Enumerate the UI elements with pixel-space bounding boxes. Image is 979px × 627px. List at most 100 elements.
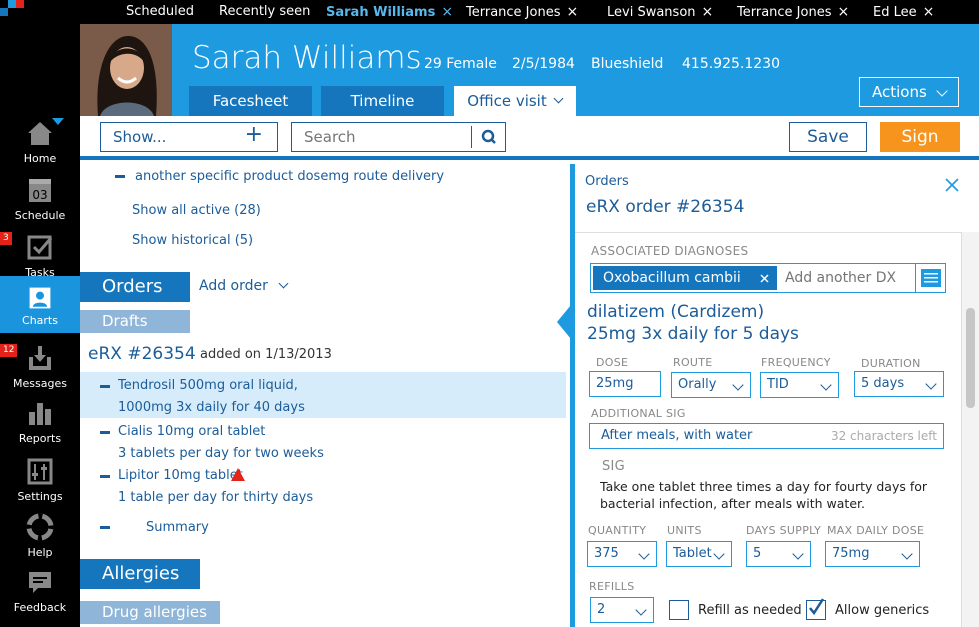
order-item-line2: 1 table per day for thirty days <box>118 490 314 505</box>
search-box <box>291 122 506 152</box>
order-item-line1[interactable]: Cialis 10mg oral tablet <box>118 424 265 439</box>
order-item-line1[interactable]: Lipitor 10mg tablet <box>118 468 243 483</box>
actions-label: Actions <box>872 83 927 101</box>
checkbox-icon <box>27 235 53 260</box>
chevron-down-icon <box>936 85 948 97</box>
dx-list-button[interactable] <box>915 264 945 292</box>
frequency-select[interactable]: TID <box>760 372 839 398</box>
units-select[interactable]: Tablet <box>666 541 732 567</box>
tab-office-visit[interactable]: Office visit <box>454 86 576 116</box>
dx-chip-label: Oxobacillum cambii <box>603 270 741 286</box>
show-historical-link[interactable]: Show historical (5) <box>132 233 253 248</box>
nav-feedback[interactable]: Feedback <box>0 561 80 618</box>
chevron-down-icon <box>792 548 804 560</box>
close-icon[interactable] <box>944 177 960 193</box>
orders-heading: Orders <box>80 272 190 302</box>
additional-sig-input[interactable]: After meals, with water 32 characters le… <box>589 423 944 449</box>
sign-button[interactable]: Sign <box>880 122 960 152</box>
order-item-line2: 3 tablets per day for two weeks <box>118 446 324 461</box>
nav-label: Schedule <box>14 209 66 222</box>
tab-label: Ed Lee <box>873 5 917 20</box>
tab-terrance-jones-2[interactable]: Terrance Jones × <box>737 4 849 20</box>
inbox-icon <box>29 346 51 370</box>
duration-select[interactable]: 5 days <box>854 371 944 397</box>
erx-title[interactable]: eRX #26354 <box>88 344 196 364</box>
close-icon[interactable]: × <box>923 4 935 20</box>
save-button[interactable]: Save <box>789 122 867 152</box>
bullet-dash <box>115 175 125 178</box>
close-icon[interactable] <box>760 274 769 283</box>
show-dropdown[interactable]: Show... + <box>100 122 278 152</box>
nav-label: Feedback <box>13 601 67 614</box>
days-supply-value: 5 <box>753 546 762 561</box>
tab-terrance-jones[interactable]: Terrance Jones × <box>466 4 578 20</box>
chevron-down-icon <box>732 379 744 391</box>
add-order-label: Add order <box>199 278 268 294</box>
additional-sig-label: ADDITIONAL SIG <box>591 407 686 420</box>
nav-home[interactable]: Home <box>0 112 80 169</box>
tasks-badge: 3 <box>0 232 12 245</box>
add-dx-input[interactable] <box>781 266 911 290</box>
nav-settings[interactable]: Settings <box>0 450 80 507</box>
dx-chip[interactable]: Oxobacillum cambii <box>593 266 777 290</box>
show-all-active-link[interactable]: Show all active (28) <box>132 203 261 218</box>
days-supply-select[interactable]: 5 <box>746 541 811 567</box>
tab-ed-lee[interactable]: Ed Lee × <box>873 4 934 20</box>
visit-toolbar: Show... + Save <box>80 116 979 160</box>
close-icon[interactable]: × <box>702 4 714 20</box>
tab-sarah-williams[interactable]: Sarah Williams × <box>326 4 453 20</box>
actions-dropdown[interactable]: Actions <box>859 77 959 107</box>
chevron-down-icon <box>820 379 832 391</box>
lifebuoy-icon <box>26 513 54 541</box>
tab-levi-swanson[interactable]: Levi Swanson × <box>607 4 713 20</box>
summary-link[interactable]: Summary <box>146 520 209 535</box>
patient-age-sex: 29 Female <box>424 56 497 72</box>
days-supply-label: DAYS SUPPLY <box>746 524 822 537</box>
dose-input[interactable]: 25mg <box>589 371 661 397</box>
route-select[interactable]: Orally <box>671 372 751 398</box>
tab-scheduled[interactable]: Scheduled <box>126 4 194 19</box>
tab-timeline[interactable]: Timeline <box>321 86 444 116</box>
nav-charts[interactable]: Charts <box>0 276 80 333</box>
scrollbar-thumb[interactable] <box>966 308 975 408</box>
close-icon[interactable]: × <box>837 4 849 20</box>
max-daily-dose-select[interactable]: 75mg <box>825 541 920 567</box>
home-icon <box>28 122 52 145</box>
drug-name: dilatizem (Cardizem) <box>587 302 765 322</box>
nav-schedule[interactable]: 03 Schedule <box>0 169 80 226</box>
drug-dose-summary: 25mg 3x daily for 5 days <box>587 324 799 344</box>
close-icon[interactable]: × <box>566 4 578 20</box>
nav-tasks[interactable]: 3 Tasks <box>0 226 80 283</box>
patient-insurance: Blueshield <box>591 56 664 72</box>
search-button[interactable] <box>471 126 505 148</box>
patient-dob: 2/5/1984 <box>512 56 575 72</box>
nav-label: Messages <box>13 377 67 390</box>
refill-as-needed-checkbox[interactable] <box>669 600 689 620</box>
chevron-down-icon <box>925 378 937 390</box>
messages-badge: 12 <box>0 344 18 357</box>
chevron-down-icon <box>901 548 913 560</box>
nav-messages[interactable]: 12 Messages <box>0 337 80 394</box>
panel-title: eRX order #26354 <box>586 197 745 217</box>
add-order-dropdown[interactable]: Add order <box>199 278 289 294</box>
logo-square <box>0 8 8 16</box>
nav-label: Help <box>27 546 53 559</box>
nav-help[interactable]: Help <box>0 506 80 563</box>
drug-allergies-heading: Drug allergies <box>80 601 220 624</box>
tab-facesheet[interactable]: Facesheet <box>189 86 312 116</box>
patient-avatar <box>80 24 172 116</box>
nav-reports[interactable]: Reports <box>0 392 80 449</box>
tab-recently-seen[interactable]: Recently seen <box>219 4 310 19</box>
scrollbar-track[interactable] <box>961 232 979 627</box>
order-item-selected[interactable]: Tendrosil 500mg oral liquid, 1000mg 3x d… <box>80 372 566 418</box>
search-input[interactable] <box>292 123 470 151</box>
quantity-select[interactable]: 375 <box>587 541 657 567</box>
bullet-dash <box>100 526 110 529</box>
refills-select[interactable]: 2 <box>590 597 654 623</box>
medication-line: another specific product dosemg route de… <box>135 169 445 184</box>
close-icon[interactable]: × <box>441 4 453 20</box>
panel-pointer <box>557 305 571 339</box>
allow-generics-checkbox[interactable] <box>806 598 826 620</box>
calendar-day: 03 <box>32 188 47 202</box>
bullet-dash <box>100 475 110 478</box>
